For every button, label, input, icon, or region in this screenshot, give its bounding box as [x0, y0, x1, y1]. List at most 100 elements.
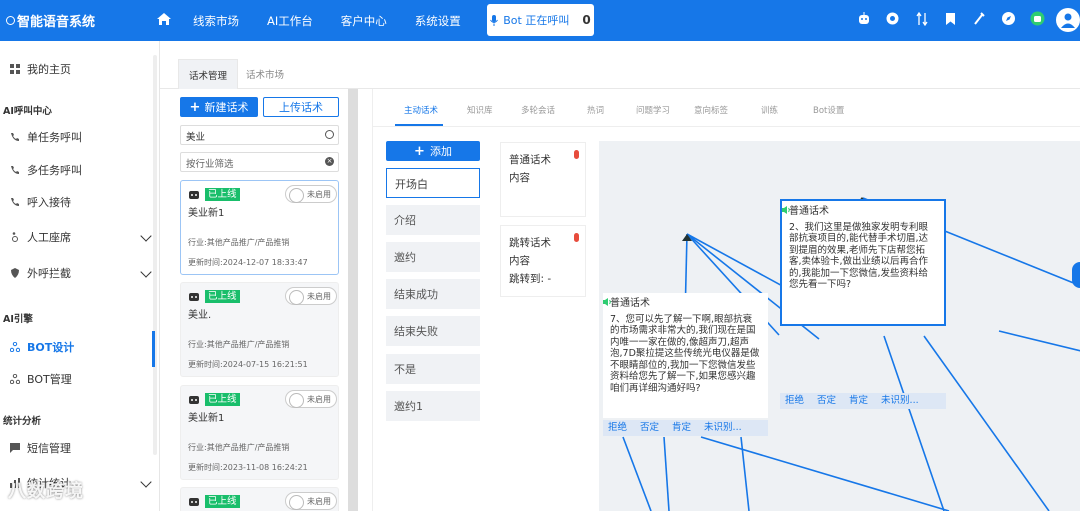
branch-deny[interactable]: 否定 — [817, 395, 836, 407]
chevron-down-icon — [140, 230, 152, 242]
branch-affirm[interactable]: 肯定 — [672, 422, 691, 434]
node-end-fail[interactable]: 结束失败 — [386, 316, 480, 346]
upload-script-button[interactable]: 上传话术 — [263, 97, 339, 117]
sidebar-label-single-call: 单任务呼叫 — [27, 131, 82, 144]
nav-customer-center[interactable]: 客户中心 — [341, 13, 387, 29]
robot-icon[interactable] — [855, 10, 872, 27]
robot-icon — [189, 293, 199, 301]
script-card[interactable]: 已上线 未启用 美业新1 行业:其他产品推广/产品推销 更新时间:2023-11… — [180, 385, 339, 480]
template-jump-target: 跳转到: - — [509, 273, 552, 285]
node-invite-1[interactable]: 邀约1 — [386, 391, 480, 421]
home-icon[interactable] — [156, 11, 172, 27]
new-script-button[interactable]: + 新建话术 — [180, 97, 258, 117]
node-not[interactable]: 不是 — [386, 354, 480, 384]
sidebar-item-sms[interactable]: 短信管理 — [10, 438, 150, 458]
connector — [923, 335, 1050, 511]
user-avatar[interactable] — [1056, 8, 1080, 32]
flow-canvas[interactable]: 普通话术 2、我们这里是做独家发明专利眼部抗衰项目的,能代替手术切眉,达到提眉的… — [599, 141, 1080, 511]
branch-deny[interactable]: 否定 — [640, 422, 659, 434]
flow-icon — [10, 374, 20, 384]
branch-unknown[interactable]: 未识别... — [881, 395, 919, 407]
search-icon[interactable] — [325, 130, 334, 139]
node-end-success[interactable]: 结束成功 — [386, 279, 480, 309]
flow-node-2[interactable]: 普通话术 2、我们这里是做独家发明专利眼部抗衰项目的,能代替手术切眉,达到提眉的… — [780, 199, 946, 326]
branch-affirm[interactable]: 肯定 — [849, 395, 868, 407]
list-scrollbar[interactable] — [348, 89, 358, 511]
enable-toggle[interactable]: 未启用 — [285, 185, 337, 203]
node-intro[interactable]: 介绍 — [386, 205, 480, 235]
script-industry: 行业:其他产品推广/产品推销 — [188, 443, 290, 452]
script-name: 美业. — [188, 310, 212, 321]
script-updated: 更新时间:2023-11-08 16:24:21 — [188, 463, 308, 472]
sidebar-item-agent-seat[interactable]: 人工座席 — [10, 227, 152, 247]
sidebar-item-outbound-block[interactable]: 外呼拦截 — [10, 263, 152, 283]
nav-ai-workbench[interactable]: AI工作台 — [267, 13, 313, 29]
add-node-label: 添加 — [429, 145, 452, 158]
branch-unknown[interactable]: 未识别... — [704, 422, 742, 434]
bot-status-button[interactable]: Bot 正在呼叫 0 — [487, 4, 594, 36]
tab-intent-tags[interactable]: 意向标签 — [694, 104, 728, 116]
bookmark-icon[interactable] — [942, 10, 959, 27]
tools-icon[interactable] — [971, 10, 988, 27]
connector — [740, 436, 750, 511]
template-jump-script[interactable]: 跳转话术 内容 跳转到: - — [500, 225, 586, 297]
brand: 智能语音系统 — [0, 11, 160, 30]
branch-bar: 拒绝 否定 肯定 未识别... — [780, 393, 946, 409]
plus-icon: + — [189, 99, 201, 115]
new-script-label: 新建话术 — [204, 101, 249, 114]
side-panel-handle[interactable] — [1072, 262, 1080, 288]
tab-script-manage[interactable]: 话术管理 — [178, 59, 239, 89]
add-node-button[interactable]: + 添加 — [386, 141, 480, 161]
script-card[interactable]: 已上线 未启用 — [180, 487, 339, 511]
branch-reject[interactable]: 拒绝 — [785, 395, 804, 407]
brand-title: 智能语音系统 — [17, 15, 96, 30]
script-card[interactable]: 已上线 未启用 美业新1 行业:其他产品推广/产品推销 更新时间:2024-12… — [180, 180, 339, 275]
sidebar-label-multi-call: 多任务呼叫 — [27, 164, 82, 177]
tab-multi-turn[interactable]: 多轮会话 — [521, 104, 555, 116]
enable-toggle[interactable]: 未启用 — [285, 390, 337, 408]
tab-knowledge-base[interactable]: 知识库 — [467, 104, 493, 116]
sidebar-item-home[interactable]: 我的主页 — [10, 59, 150, 79]
message-icon — [10, 443, 20, 453]
enable-toggle[interactable]: 未启用 — [285, 492, 337, 510]
tab-script-market[interactable]: 话术市场 — [236, 59, 294, 89]
clear-icon[interactable]: × — [325, 157, 334, 166]
sidebar-label-agent-seat: 人工座席 — [27, 231, 71, 244]
flow-node-7[interactable]: 普通话术 7、您可以先了解一下啊,眼部抗衰的市场需求非常大的,我们现在是国内唯一… — [603, 293, 768, 418]
sidebar-item-bot-manage[interactable]: BOT管理 — [10, 369, 150, 389]
flow-node-title: 普通话术 — [610, 298, 650, 309]
sidebar-item-multi-call[interactable]: 多任务呼叫 — [10, 160, 150, 180]
industry-filter-select[interactable]: 按行业筛选 × — [180, 152, 339, 172]
plus-icon: + — [414, 143, 425, 159]
node-opening[interactable]: 开场白 — [386, 168, 480, 198]
script-card[interactable]: 已上线 未启用 美业. 行业:其他产品推广/产品推销 更新时间:2024-07-… — [180, 282, 339, 377]
top-bar: 智能语音系统 线索市场 AI工作台 客户中心 系统设置 Bot 正在呼叫 0 — [0, 0, 1080, 41]
settings-cog-icon[interactable] — [884, 10, 901, 27]
tab-active-script[interactable]: 主动话术 — [404, 104, 438, 116]
sidebar-scrollbar[interactable] — [153, 55, 157, 455]
branch-reject[interactable]: 拒绝 — [608, 422, 627, 434]
nav-lead-market[interactable]: 线索市场 — [193, 13, 239, 29]
connector — [663, 436, 670, 511]
compass-icon[interactable] — [1000, 10, 1017, 27]
search-input[interactable]: 美业 — [180, 125, 339, 145]
sidebar: 我的主页 AI呼叫中心 单任务呼叫 多任务呼叫 呼入接待 人工座席 外呼拦截 A… — [0, 41, 160, 511]
android-icon[interactable] — [1029, 10, 1046, 27]
sidebar-item-inbound[interactable]: 呼入接待 — [10, 192, 150, 212]
tab-hot-words[interactable]: 热词 — [587, 104, 604, 116]
tab-bot-settings[interactable]: Bot设置 — [813, 104, 844, 116]
sidebar-item-single-call[interactable]: 单任务呼叫 — [10, 127, 150, 147]
enable-toggle[interactable]: 未启用 — [285, 287, 337, 305]
search-value: 美业 — [186, 132, 206, 143]
branch-bar: 拒绝 否定 肯定 未识别... — [603, 420, 768, 436]
tab-question-learning[interactable]: 问题学习 — [636, 104, 670, 116]
sidebar-label-inbound: 呼入接待 — [27, 196, 71, 209]
node-invite[interactable]: 邀约 — [386, 242, 480, 272]
nav-system-settings[interactable]: 系统设置 — [415, 13, 461, 29]
sidebar-item-bot-design[interactable]: BOT设计 — [10, 337, 150, 357]
sort-arrows-icon[interactable] — [913, 10, 930, 27]
template-normal-script[interactable]: 普通话术 内容 — [500, 142, 586, 217]
flow-node-2-branches: 拒绝 否定 肯定 未识别... — [780, 393, 946, 409]
status-badge: 已上线 — [205, 393, 240, 406]
tab-training[interactable]: 训练 — [761, 104, 778, 116]
